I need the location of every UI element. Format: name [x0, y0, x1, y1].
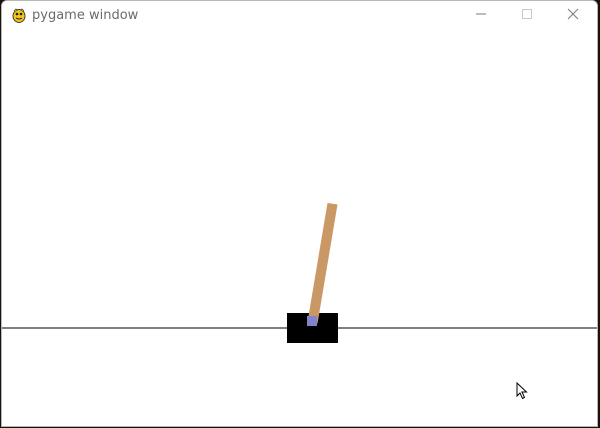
- maximize-button[interactable]: [504, 1, 550, 31]
- axle: [307, 316, 317, 326]
- minimize-button[interactable]: [458, 1, 504, 31]
- window-title: pygame window: [32, 8, 139, 23]
- title-bar[interactable]: pygame window: [2, 1, 597, 31]
- pygame-snake-icon: [11, 7, 27, 23]
- maximize-icon: [521, 7, 533, 25]
- close-button[interactable]: [550, 1, 596, 31]
- minimize-icon: [475, 7, 487, 25]
- pygame-window: pygame window: [1, 0, 598, 427]
- pole: [307, 203, 338, 324]
- mouse-pointer-icon: [516, 381, 528, 405]
- close-icon: [567, 7, 579, 25]
- game-canvas[interactable]: [2, 31, 597, 426]
